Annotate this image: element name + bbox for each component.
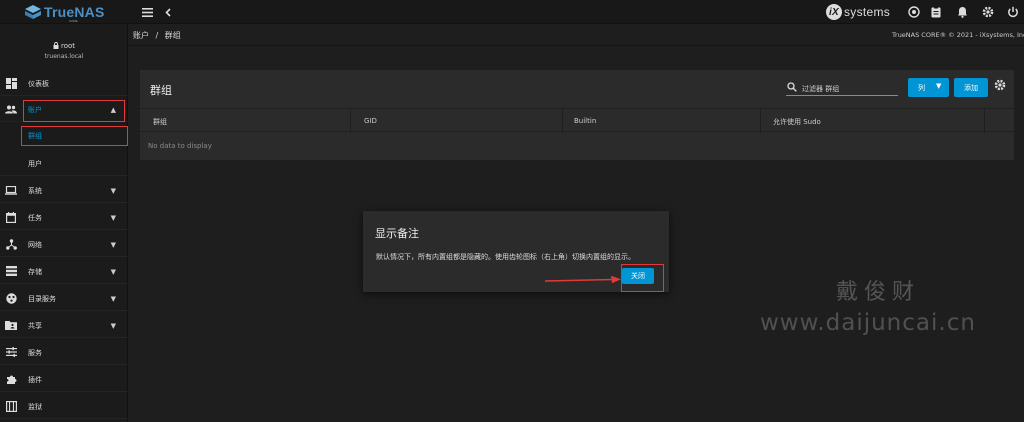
search-icon <box>787 82 797 92</box>
chevron-down-icon: ▼ <box>110 322 116 330</box>
breadcrumb-bar: 账户 / 群组 TrueNAS CORE® © 2021 - iXsystems… <box>128 24 1024 46</box>
chevron-down-icon: ▼ <box>110 214 116 222</box>
gear-icon[interactable] <box>981 0 995 24</box>
truecommand-icon[interactable] <box>907 0 921 24</box>
breadcrumb: 账户 / 群组 <box>133 30 181 41</box>
dialog-title: 显示备注 <box>375 227 419 240</box>
truenas-logo[interactable]: TrueNAS CORE <box>24 2 124 24</box>
highlight-box-groups <box>21 126 128 146</box>
column-divider <box>350 109 351 133</box>
filter-placeholder: 过滤器 群组 <box>802 85 840 93</box>
host-name: truenas.local <box>44 53 84 60</box>
sidebar-item-label: 系统 <box>28 187 42 195</box>
laptop-icon <box>5 184 17 196</box>
truenas-logo-icon <box>25 5 41 19</box>
sidebar-item-dashboard[interactable]: 仪表板 <box>0 70 128 96</box>
power-icon[interactable] <box>1006 0 1020 24</box>
chevron-down-icon: ▼ <box>110 295 116 303</box>
dashboard-icon <box>5 77 17 89</box>
filter-input[interactable]: 过滤器 群组 <box>786 80 898 96</box>
sidebar-item-label: 插件 <box>28 376 42 384</box>
column-header-group[interactable]: 群组 <box>153 117 167 127</box>
sidebar-item-label: 仪表板 <box>28 80 49 88</box>
page-title: 群组 <box>150 84 172 97</box>
directory-icon <box>5 292 17 304</box>
sidebar-item-plugins[interactable]: 插件 <box>0 366 128 392</box>
sidebar-item-label: 存储 <box>28 268 42 276</box>
top-bar: TrueNAS CORE iX systems <box>0 0 1024 24</box>
column-header-gid[interactable]: GID <box>364 117 377 125</box>
chevron-down-icon: ▼ <box>110 187 116 195</box>
columns-button-label: 列 <box>918 84 925 92</box>
sidebar-item-services[interactable]: 服务 <box>0 339 128 365</box>
sidebar-item-storage[interactable]: 存储 ▼ <box>0 258 128 284</box>
ixsystems-brand-text: systems <box>844 5 891 19</box>
watermark-name: 戴俊财 <box>836 280 921 305</box>
chevron-down-icon: ▼ <box>110 241 116 249</box>
jail-icon <box>5 400 17 412</box>
column-divider <box>984 109 985 133</box>
add-button[interactable]: 添加 <box>954 78 988 97</box>
lock-icon <box>53 42 59 49</box>
columns-button[interactable]: 列 ▼ <box>908 78 949 97</box>
sidebar-item-tasks[interactable]: 任务 ▼ <box>0 204 128 230</box>
sidebar-item-label: 服务 <box>28 349 42 357</box>
user-name: root <box>0 42 128 50</box>
table-settings-gear-icon[interactable] <box>994 79 1006 93</box>
dialog-message: 默认情况下，所有内置组都是隐藏的。使用齿轮图标（右上角）切换内置组的显示。 <box>376 253 635 261</box>
bell-icon[interactable] <box>955 0 969 24</box>
highlight-box-close <box>621 264 664 292</box>
sidebar-item-label: 用户 <box>28 160 42 168</box>
empty-table-message: No data to display <box>148 142 212 150</box>
column-divider <box>562 109 563 133</box>
calendar-icon <box>5 211 17 223</box>
groups-table-card: 群组 过滤器 群组 列 ▼ 添加 群组 GID Builtin 允许使用 Sud… <box>140 70 1014 160</box>
chevron-left-icon[interactable] <box>163 0 173 24</box>
sidebar-item-label: 任务 <box>28 214 42 222</box>
sidebar-item-jails[interactable]: 监狱 <box>0 393 128 419</box>
accounts-icon <box>5 103 17 115</box>
breadcrumb-groups: 群组 <box>164 31 181 40</box>
sidebar-item-label: 共享 <box>28 322 42 330</box>
table-header: 群组 GID Builtin 允许使用 Sudo <box>140 108 1014 133</box>
folder-share-icon <box>5 319 17 331</box>
puzzle-icon <box>5 373 17 385</box>
hamburger-menu-icon[interactable] <box>140 0 154 24</box>
ixsystems-brand[interactable]: iX systems <box>826 3 890 21</box>
column-header-sudo[interactable]: 允许使用 Sudo <box>773 117 821 127</box>
chevron-down-icon: ▼ <box>110 268 116 276</box>
sidebar-item-label: 网络 <box>28 241 42 249</box>
user-name-text: root <box>60 42 76 50</box>
sidebar-item-system[interactable]: 系统 ▼ <box>0 177 128 203</box>
copyright-text: TrueNAS CORE® © 2021 - iXsystems, Inc. <box>892 31 1024 39</box>
watermark-url: www.daijuncai.cn <box>760 310 976 336</box>
breadcrumb-accounts[interactable]: 账户 <box>133 31 149 40</box>
logo-text: TrueNAS <box>44 4 105 20</box>
ixsystems-logo-icon: iX <box>826 4 842 20</box>
sidebar-item-shares[interactable]: 共享 ▼ <box>0 312 128 338</box>
breadcrumb-separator: / <box>155 31 159 40</box>
sidebar-item-label: 目录服务 <box>28 295 56 303</box>
sidebar-item-directory-services[interactable]: 目录服务 ▼ <box>0 285 128 311</box>
column-divider <box>760 109 761 133</box>
storage-icon <box>5 265 17 277</box>
clipboard-icon[interactable] <box>929 0 943 24</box>
caret-down-icon: ▼ <box>936 82 942 90</box>
highlight-box-accounts <box>23 100 125 122</box>
sidebar-item-users[interactable]: 用户 <box>0 150 128 176</box>
logo-subtext: CORE <box>69 19 78 23</box>
arrow-annotation-icon <box>545 275 621 284</box>
sidebar-item-network[interactable]: 网络 ▼ <box>0 231 128 257</box>
sidebar: root truenas.local 仪表板 账户 ▲ 群组 用户 系统 ▼ 任… <box>0 24 128 422</box>
network-icon <box>5 238 17 250</box>
tune-icon <box>5 346 17 358</box>
column-header-builtin[interactable]: Builtin <box>574 117 596 125</box>
user-block: root truenas.local <box>0 24 128 66</box>
sidebar-item-label: 监狱 <box>28 403 42 411</box>
